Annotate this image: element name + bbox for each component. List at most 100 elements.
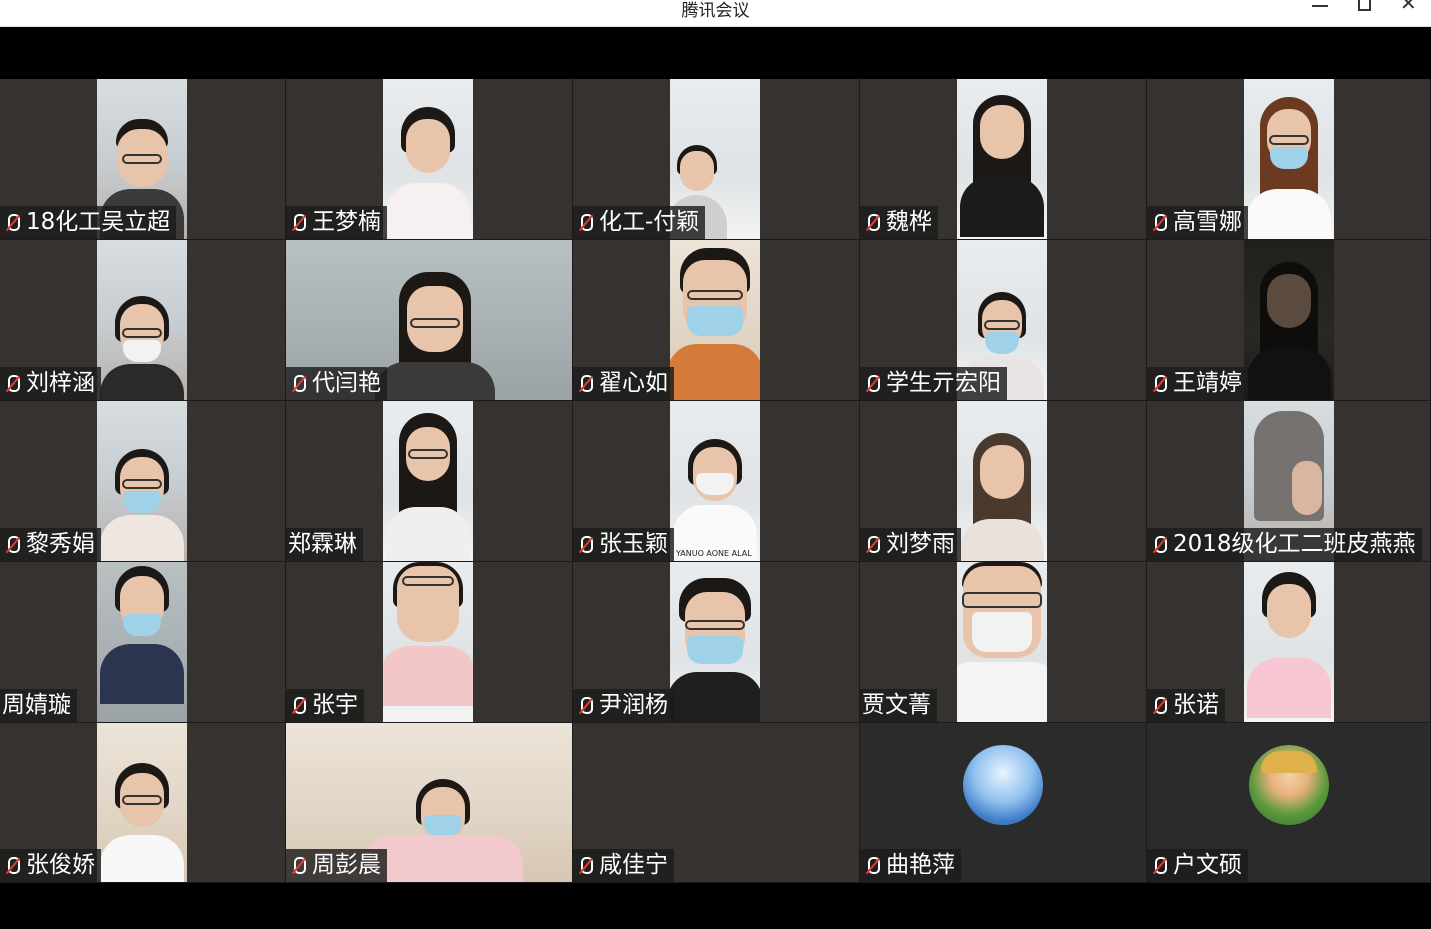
participant-name-label: 2018级化工二班皮燕燕 [1147,528,1422,561]
participant-tile[interactable]: 2018级化工二班皮燕燕 [1147,401,1431,562]
mic-muted-icon [862,373,882,395]
participant-name: 张宇 [312,692,358,718]
participant-name: 学生亓宏阳 [886,370,1001,396]
participant-name-label: 魏桦 [860,206,938,239]
participant-name-label: 代闫艳 [286,367,387,400]
participant-tile[interactable]: 魏桦 [860,79,1147,240]
mic-muted-icon [288,212,308,234]
minimize-button[interactable] [1298,0,1342,27]
mic-muted-icon [2,373,22,395]
participant-video [957,79,1047,239]
participant-tile[interactable]: 18化工吴立超 [0,79,286,240]
participant-video [97,723,187,882]
participant-grid: 18化工吴立超 王梦楠 化工-付颖 魏桦 高雪娜 刘梓涵 代闫艳 翟心如 学生亓… [0,79,1431,883]
participant-video [1244,79,1334,239]
participant-name-label: 刘梓涵 [0,367,101,400]
mic-muted-icon [575,534,595,556]
participant-video [383,401,473,561]
participant-name: 尹润杨 [599,692,668,718]
participant-name: 王靖婷 [1173,370,1242,396]
participant-name-label: 张玉颖 [573,528,674,561]
close-icon: ✕ [1400,0,1417,15]
mic-muted-icon [862,855,882,877]
participant-video [957,562,1047,722]
participant-tile[interactable]: 贾文菁 [860,562,1147,723]
participant-name: 2018级化工二班皮燕燕 [1173,531,1416,557]
mic-muted-icon [2,534,22,556]
participant-name: 张俊娇 [26,852,95,878]
minimize-icon [1312,5,1328,7]
participant-name: 咸佳宁 [599,852,668,878]
participant-name: 户文硕 [1173,852,1242,878]
participant-tile[interactable]: 化工-付颖 [573,79,860,240]
participant-tile[interactable]: 刘梓涵 [0,240,286,401]
participant-tile[interactable]: 王梦楠 [286,79,573,240]
participant-name: 张诺 [1173,692,1219,718]
participant-tile[interactable]: 翟心如 [573,240,860,401]
participant-tile[interactable]: 高雪娜 [1147,79,1431,240]
participant-name-label: 郑霖琳 [286,528,363,561]
participant-video [383,562,473,722]
participant-name-label: 张俊娇 [0,849,101,882]
participant-video [97,240,187,400]
participant-tile[interactable]: 张俊娇 [0,723,286,883]
participant-name: 黎秀娟 [26,531,95,557]
shirt-print-text: YANUO AONE ALAL [676,549,752,558]
participant-tile[interactable]: YANUO AONE ALAL 张玉颖 [573,401,860,562]
participant-tile[interactable]: 刘梦雨 [860,401,1147,562]
mic-muted-icon [1149,212,1169,234]
participant-name: 周婧璇 [2,692,71,718]
participant-tile[interactable]: 尹润杨 [573,562,860,723]
participant-video [670,240,760,400]
mic-muted-icon [575,212,595,234]
participant-name: 曲艳萍 [886,852,955,878]
participant-name-label: 刘梦雨 [860,528,961,561]
top-toolbar-area [0,27,1431,79]
participant-video [1244,240,1334,400]
participant-name: 张玉颖 [599,531,668,557]
participant-name-label: 尹润杨 [573,689,674,722]
maximize-button[interactable] [1343,0,1387,27]
participant-video [97,562,187,722]
participant-name-label: 18化工吴立超 [0,206,177,239]
close-button[interactable]: ✕ [1388,0,1431,27]
participant-name: 刘梦雨 [886,531,955,557]
mic-muted-icon [2,212,22,234]
participant-name: 周彭晨 [312,852,381,878]
participant-name: 翟心如 [599,370,668,396]
mic-muted-icon [1149,695,1169,717]
participant-tile[interactable]: 周彭晨 [286,723,573,883]
participant-name: 贾文菁 [862,692,931,718]
mic-muted-icon [1149,534,1169,556]
participant-name-label: 张宇 [286,689,364,722]
participant-name-label: 咸佳宁 [573,849,674,882]
participant-tile[interactable]: 张诺 [1147,562,1431,723]
participant-video [670,562,760,722]
participant-tile[interactable]: 咸佳宁 [573,723,860,883]
participant-video [957,401,1047,561]
participant-name: 郑霖琳 [288,531,357,557]
participant-name: 高雪娜 [1173,209,1242,235]
participant-avatar [1248,745,1329,825]
participant-tile[interactable]: 曲艳萍 [860,723,1147,883]
participant-tile[interactable]: 郑霖琳 [286,401,573,562]
participant-name-label: 张诺 [1147,689,1225,722]
participant-name-label: 学生亓宏阳 [860,367,1007,400]
participant-tile[interactable]: 代闫艳 [286,240,573,401]
window-title: 腾讯会议 [681,1,750,21]
participant-tile[interactable]: 王靖婷 [1147,240,1431,401]
participant-name: 刘梓涵 [26,370,95,396]
participant-tile[interactable]: 黎秀娟 [0,401,286,562]
participant-name-label: 化工-付颖 [573,206,706,239]
participant-tile[interactable]: 学生亓宏阳 [860,240,1147,401]
mic-muted-icon [2,855,22,877]
mic-muted-icon [575,855,595,877]
window-titlebar: 腾讯会议 ✕ [0,0,1431,27]
mic-muted-icon [288,855,308,877]
bottom-toolbar-area [0,883,1431,929]
mic-muted-icon [1149,855,1169,877]
participant-tile[interactable]: 张宇 [286,562,573,723]
participant-tile[interactable]: 户文硕 [1147,723,1431,883]
participant-tile[interactable]: 周婧璇 [0,562,286,723]
mic-muted-icon [862,212,882,234]
